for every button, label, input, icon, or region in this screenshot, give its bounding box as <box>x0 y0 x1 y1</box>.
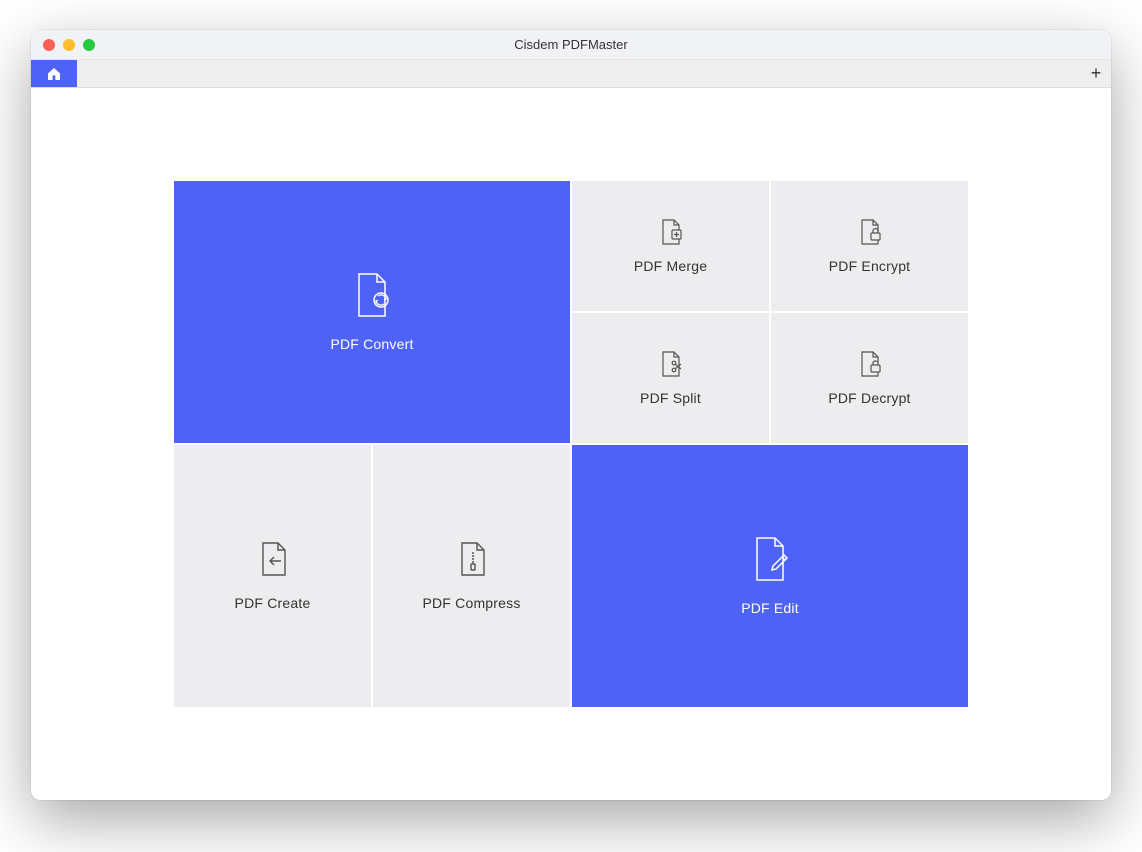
window-title: Cisdem PDFMaster <box>31 37 1111 52</box>
tile-pdf-create[interactable]: PDF Create <box>174 445 371 707</box>
pdf-encrypt-icon <box>858 218 882 246</box>
minimize-window-button[interactable] <box>63 39 75 51</box>
tile-label: PDF Decrypt <box>828 390 910 406</box>
tile-pdf-convert[interactable]: PDF Convert <box>174 181 570 443</box>
tile-label: PDF Merge <box>634 258 707 274</box>
window-controls <box>43 39 95 51</box>
tile-pdf-merge[interactable]: PDF Merge <box>572 181 769 311</box>
tile-pdf-compress[interactable]: PDF Compress <box>373 445 570 707</box>
tile-pdf-encrypt[interactable]: PDF Encrypt <box>771 181 968 311</box>
zoom-window-button[interactable] <box>83 39 95 51</box>
tile-pdf-split[interactable]: PDF Split <box>572 313 769 443</box>
tabbar: + <box>31 60 1111 88</box>
home-tab[interactable] <box>31 60 77 87</box>
app-window: Cisdem PDFMaster + PD <box>31 30 1111 800</box>
pdf-decrypt-icon <box>858 350 882 378</box>
pdf-compress-icon <box>457 541 487 577</box>
tile-pdf-edit[interactable]: PDF Edit <box>572 445 968 707</box>
tile-label: PDF Edit <box>741 600 799 616</box>
tile-grid: PDF Convert PDF Merge <box>174 181 968 707</box>
tabbar-spacer <box>77 60 1081 87</box>
tile-label: PDF Split <box>640 390 701 406</box>
tile-label: PDF Create <box>235 595 311 611</box>
add-tab-button[interactable]: + <box>1081 60 1111 87</box>
tile-label: PDF Encrypt <box>829 258 911 274</box>
tile-label: PDF Convert <box>330 336 413 352</box>
pdf-split-icon <box>659 350 683 378</box>
pdf-edit-icon <box>751 536 789 582</box>
titlebar: Cisdem PDFMaster <box>31 30 1111 60</box>
pdf-create-icon <box>258 541 288 577</box>
pdf-merge-icon <box>659 218 683 246</box>
content-area: PDF Convert PDF Merge <box>31 88 1111 800</box>
home-icon <box>46 66 62 82</box>
tile-label: PDF Compress <box>422 595 520 611</box>
pdf-convert-icon <box>353 272 391 318</box>
close-window-button[interactable] <box>43 39 55 51</box>
tile-pdf-decrypt[interactable]: PDF Decrypt <box>771 313 968 443</box>
